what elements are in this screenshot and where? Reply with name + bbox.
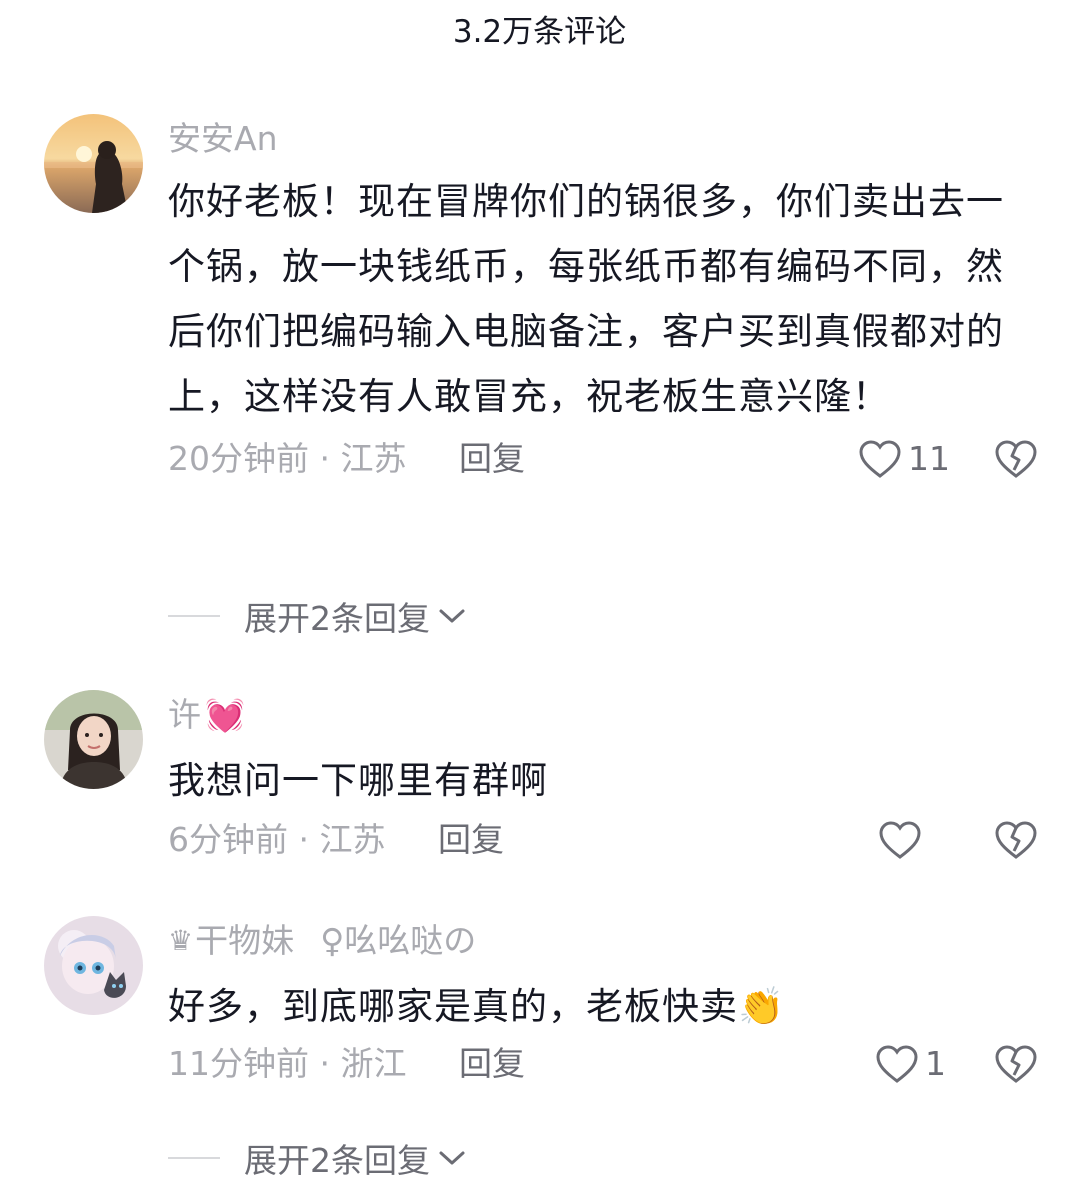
broken-heart-icon	[995, 440, 1037, 478]
comment-location: 浙江	[340, 1044, 407, 1083]
chevron-down-icon	[439, 609, 465, 623]
avatar[interactable]	[44, 690, 143, 789]
divider-line	[168, 615, 220, 617]
meta-separator: ·	[309, 439, 341, 478]
reply-button[interactable]: 回复	[459, 1044, 525, 1083]
avatar[interactable]	[44, 114, 143, 213]
heart-outline-icon	[879, 821, 921, 859]
like-button[interactable]	[878, 820, 928, 860]
meta-separator: ·	[288, 820, 320, 859]
comment-author[interactable]: ♛ 干物妹 ♀吆吆哒の	[168, 918, 1038, 964]
chevron-down-icon	[439, 1151, 465, 1165]
heart-outline-icon	[876, 1045, 918, 1083]
comment-time: 11分钟前	[168, 1044, 309, 1083]
broken-heart-icon	[995, 821, 1037, 859]
dislike-button[interactable]	[994, 438, 1038, 480]
expand-replies-button[interactable]: 展开2条回复	[168, 591, 466, 641]
comment-time: 20分钟前	[168, 439, 309, 478]
avatar[interactable]	[44, 916, 143, 1015]
comment-meta: 20分钟前 · 江苏 回复 11	[168, 434, 1038, 484]
comment-location: 江苏	[319, 820, 386, 859]
like-button[interactable]: 11	[858, 434, 950, 484]
crown-badge-icon: ♛	[168, 924, 194, 957]
broken-heart-icon	[995, 1045, 1037, 1083]
heart-emoji: 💓	[205, 696, 245, 734]
comment-text: 好多，到底哪家是真的，老板快卖👏	[168, 985, 786, 1028]
comment-meta: 6分钟前 · 江苏 回复	[168, 815, 1038, 865]
author-extra-tag: ♀吆吆哒の	[320, 921, 477, 960]
comment-time: 6分钟前	[168, 820, 288, 859]
like-button[interactable]: 1	[875, 1039, 946, 1089]
dislike-button[interactable]	[994, 819, 1038, 861]
comments-header: 3.2万条评论	[0, 0, 1079, 58]
expand-replies-button[interactable]: 展开2条回复	[168, 1133, 466, 1179]
like-count: 11	[908, 439, 950, 478]
divider-line	[168, 1157, 220, 1159]
like-count: 1	[925, 1044, 946, 1083]
comment-location: 江苏	[340, 439, 407, 478]
reply-button[interactable]: 回复	[459, 439, 525, 478]
comment-count-title: 3.2万条评论	[452, 14, 627, 50]
comment-author[interactable]: 许 💓	[168, 692, 1038, 738]
comment-text: 我想问一下哪里有群啊	[168, 759, 548, 802]
comment-author[interactable]: 安安An	[168, 116, 1038, 162]
heart-outline-icon	[859, 440, 901, 478]
meta-separator: ·	[309, 1044, 341, 1083]
comment-meta: 11分钟前 · 浙江 回复 1	[168, 1039, 1038, 1089]
comment-text: 你好老板！现在冒牌你们的锅很多，你们卖出去一个锅，放一块钱纸币，每张纸币都有编码…	[168, 180, 1004, 418]
dislike-button[interactable]	[994, 1043, 1038, 1085]
reply-button[interactable]: 回复	[438, 820, 504, 859]
